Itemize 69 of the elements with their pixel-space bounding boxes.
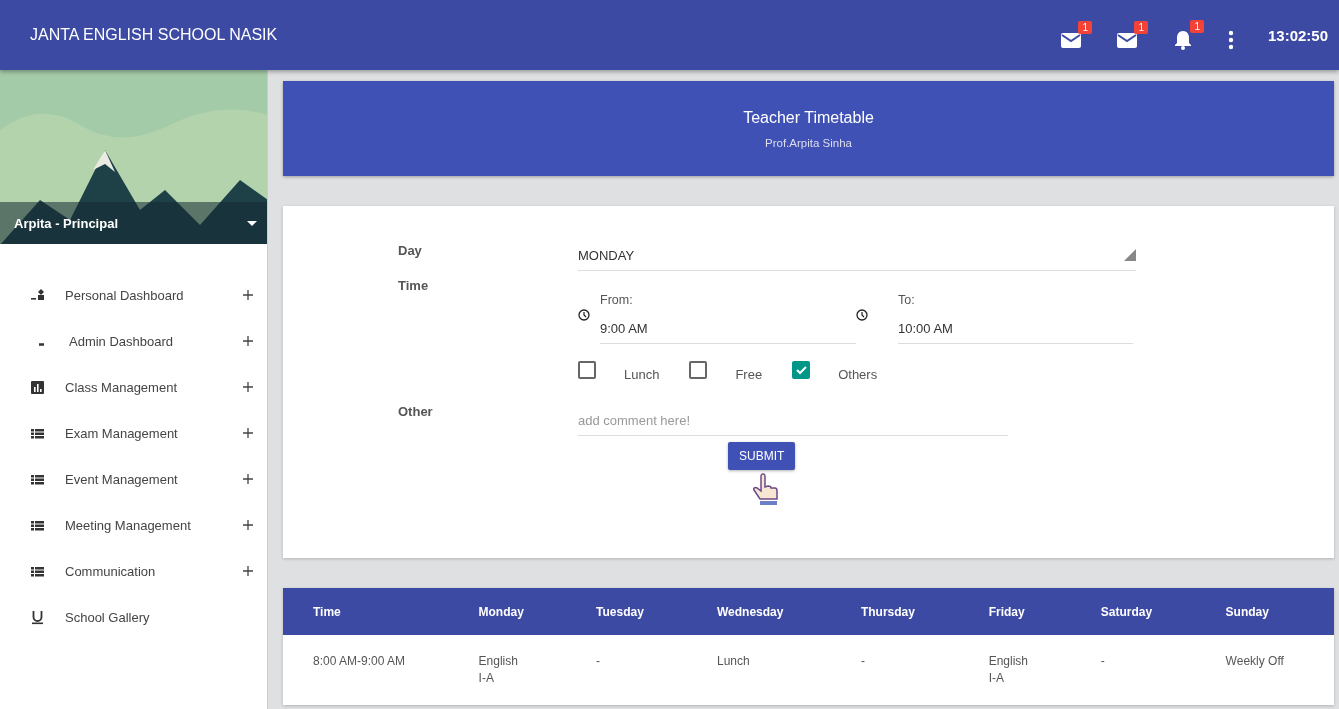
table-cell: English I-A: [958, 635, 1071, 705]
table-cell: -: [566, 635, 687, 705]
option-label: Others: [838, 366, 878, 382]
profile-name: Arpita - Principal: [14, 215, 119, 231]
table-cell: 8:00 AM-9:00 AM: [283, 635, 449, 705]
time-value: 10:00 AM: [898, 320, 954, 336]
sidebar-item[interactable]: Personal Dashboard: [0, 272, 267, 318]
page-subtitle: Prof.Arpita Sinha: [765, 136, 852, 149]
checkmark-icon: [795, 365, 807, 375]
underline-icon: [30, 609, 45, 625]
more-icon: [1227, 29, 1234, 50]
plus-icon: [243, 428, 253, 438]
column-header: Time: [283, 588, 449, 635]
sidebar-item[interactable]: School Gallery: [0, 594, 267, 640]
dash-icon: [39, 342, 44, 346]
table-cell: Weekly Off: [1195, 635, 1334, 705]
column-header: Friday: [958, 588, 1071, 635]
column-header: Monday: [448, 588, 567, 635]
table-cell: -: [830, 635, 959, 705]
plus-icon: [243, 382, 253, 392]
checkbox[interactable]: [792, 361, 811, 379]
app-title: JANTA ENGLISH SCHOOL NASIK: [30, 26, 279, 44]
bar-chart-icon: [30, 379, 45, 395]
time-value: 9:00 AM: [600, 320, 649, 336]
field-label: Day: [398, 242, 423, 260]
option-label: Free: [735, 366, 763, 382]
plus-icon: [243, 474, 253, 484]
sidebar-item[interactable]: Admin Dashboard: [0, 318, 267, 364]
dropdown-arrow-icon: [1124, 249, 1136, 261]
plus-icon: [243, 290, 253, 300]
caret-icon[interactable]: [247, 220, 257, 226]
table-cell: -: [1070, 635, 1196, 705]
table-cell: Lunch: [687, 635, 831, 705]
notification-badge: 1: [1078, 20, 1092, 34]
hand-cursor-icon: [750, 472, 780, 506]
notification-badge: 1: [1134, 20, 1148, 34]
checkbox[interactable]: [578, 361, 596, 379]
clock-time: 13:02:50: [1267, 26, 1328, 44]
plus-icon: [243, 520, 253, 530]
sidebar-item[interactable]: Class Management: [0, 364, 267, 410]
time-caption: To:: [898, 293, 916, 308]
plus-icon: [243, 566, 253, 576]
field-label: Time: [398, 277, 430, 295]
mail-button[interactable]: 1: [1059, 20, 1092, 50]
table-cell: English I-A: [448, 635, 567, 705]
sidebar-item[interactable]: Meeting Management: [0, 502, 267, 548]
clock-icon: [578, 309, 590, 321]
notification-badge: 1: [1190, 19, 1204, 33]
bell-button[interactable]: 1: [1171, 19, 1204, 51]
column-header: Tuesday: [566, 588, 687, 635]
time-field[interactable]: From: 9:00 AM: [600, 286, 856, 344]
submit-button[interactable]: SUBMIT: [728, 442, 796, 470]
mail-button[interactable]: 1: [1115, 20, 1148, 50]
option-label: Lunch: [624, 366, 660, 382]
plus-icon: [243, 336, 253, 346]
day-dropdown[interactable]: MONDAY: [578, 236, 1136, 271]
column-header: Sunday: [1195, 588, 1334, 635]
checkbox[interactable]: [689, 361, 708, 379]
column-header: Wednesday: [687, 588, 831, 635]
column-header: Saturday: [1070, 588, 1196, 635]
field-label: Other: [398, 403, 434, 421]
sidebar-item[interactable]: Communication: [0, 548, 267, 594]
column-header: Thursday: [830, 588, 959, 635]
clock-icon: [856, 309, 868, 321]
time-caption: From:: [600, 293, 634, 308]
time-field[interactable]: To: 10:00 AM: [898, 286, 1133, 344]
sidebar-item[interactable]: Exam Management: [0, 410, 267, 456]
page-title: Teacher Timetable: [743, 108, 874, 127]
sidebar-item[interactable]: Event Management: [0, 456, 267, 502]
